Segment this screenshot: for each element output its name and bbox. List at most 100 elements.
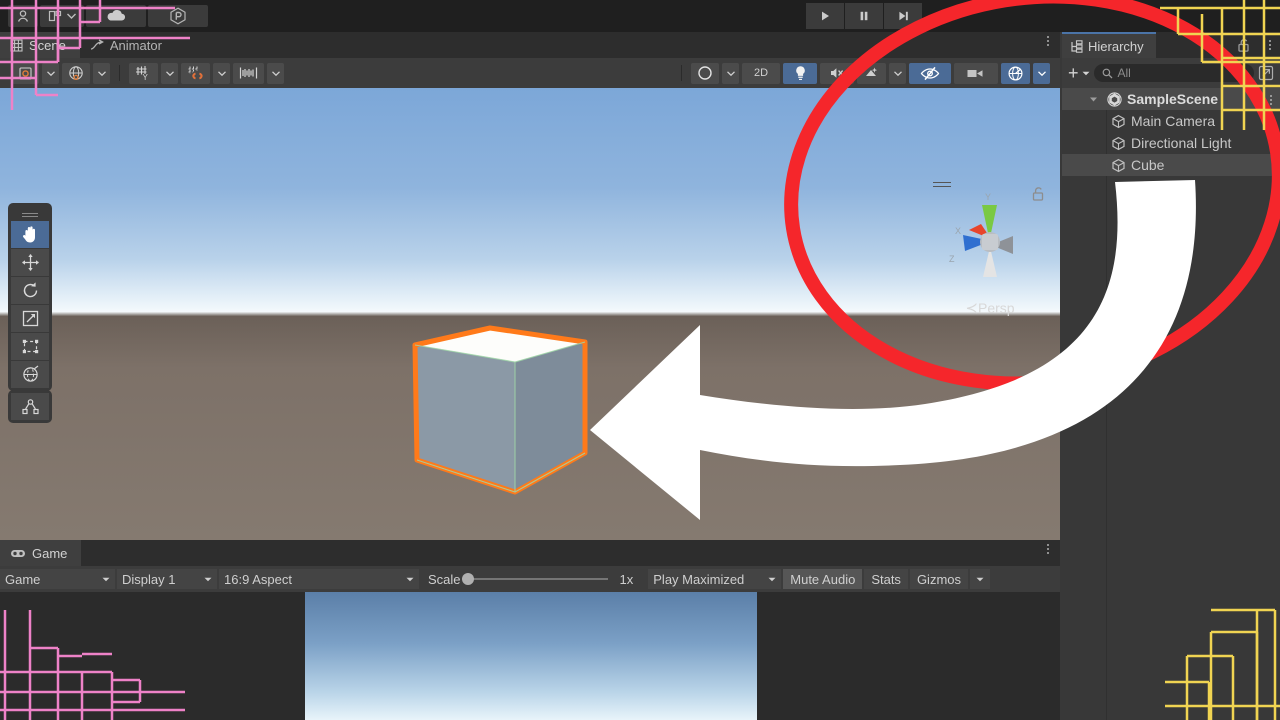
hierarchy-column-divider	[1106, 88, 1107, 720]
rect-tool[interactable]	[11, 333, 49, 360]
scale-slider-track[interactable]	[461, 573, 608, 585]
rotate-icon	[23, 282, 37, 298]
rotate-tool[interactable]	[11, 277, 49, 304]
grid-axis-toggle[interactable]: Y	[129, 62, 158, 84]
tab-scene[interactable]: Scene	[0, 32, 80, 58]
package-manager-button[interactable]	[148, 5, 208, 27]
stats-button[interactable]: Stats	[864, 569, 908, 589]
hierarchy-item-cube[interactable]: Cube	[1062, 154, 1280, 176]
pivot-toggle[interactable]	[12, 62, 39, 84]
pause-button[interactable]	[845, 3, 883, 29]
hierarchy-item-main-camera[interactable]: Main Camera	[1062, 110, 1280, 132]
unity-editor-window: Scene Animator Y 2D Y X Z ≺Persp Game Ga…	[0, 0, 1280, 720]
hierarchy-item-directional-light[interactable]: Directional Light	[1062, 132, 1280, 154]
chevron-down-icon	[976, 577, 984, 581]
scene-panel-menu-button[interactable]	[1046, 36, 1050, 46]
gizmos-dropdown[interactable]	[1033, 62, 1050, 84]
effects-button[interactable]	[857, 62, 886, 84]
step-button[interactable]	[884, 3, 922, 29]
audio-mute-icon	[830, 68, 843, 78]
scene-tab-bar: Scene Animator	[0, 32, 1060, 58]
play-mode-dropdown[interactable]: Play Maximized	[648, 569, 782, 589]
mute-audio-button[interactable]: Mute Audio	[783, 569, 863, 589]
gameobject-cube-icon	[1112, 114, 1125, 128]
gizmo-drag-handle[interactable]	[933, 182, 951, 183]
hierarchy-item-label: SampleScene	[1127, 91, 1219, 107]
scale-slider-knob[interactable]	[461, 573, 474, 585]
game-panel-menu-button[interactable]	[1046, 544, 1050, 554]
tools-drag-handle[interactable]	[11, 206, 49, 220]
animator-icon	[90, 38, 104, 50]
hand-icon	[22, 226, 35, 243]
kebab-icon	[1046, 544, 1050, 554]
hierarchy-search-input[interactable]: All	[1093, 64, 1254, 82]
hierarchy-lock-icon[interactable]	[1237, 38, 1250, 53]
game-render-area[interactable]	[305, 592, 757, 720]
toggle-audio-button[interactable]	[820, 62, 854, 84]
tab-game[interactable]: Game	[0, 540, 82, 566]
gizmo-perspective-label[interactable]: ≺Persp	[925, 299, 1055, 317]
gizmos-globe-icon	[1008, 65, 1023, 81]
kebab-icon	[1269, 40, 1271, 50]
grid-axis-dropdown[interactable]	[161, 62, 178, 84]
hierarchy-panel-menu-button[interactable]	[1269, 40, 1271, 50]
scene-viewport[interactable]: Y X Z ≺Persp	[0, 88, 1060, 540]
expand-arrow[interactable]	[1066, 95, 1102, 104]
cloud-button[interactable]	[86, 5, 146, 27]
scene-context-menu-icon[interactable]	[1270, 95, 1272, 105]
handle-space-toggle[interactable]	[62, 62, 90, 84]
tab-animator[interactable]: Animator	[80, 32, 176, 58]
pivot-center-icon	[19, 66, 32, 80]
pivot-dropdown[interactable]	[42, 62, 59, 84]
custom-editor-tool[interactable]	[11, 393, 49, 420]
chevron-down-icon	[165, 70, 174, 76]
display-dropdown[interactable]: Display 1	[117, 569, 217, 589]
shaded-sphere-icon	[698, 66, 712, 80]
increment-snap-toggle[interactable]	[233, 62, 264, 84]
gizmos-dropdown-button[interactable]	[970, 569, 990, 589]
scene-grid-icon	[10, 38, 23, 52]
chevron-down-icon	[67, 13, 76, 19]
scale-tool[interactable]	[11, 305, 49, 332]
grid-snap-toggle[interactable]	[181, 62, 210, 84]
scene-tools-palette	[8, 203, 52, 391]
hierarchy-item-samplescene[interactable]: SampleScene	[1062, 88, 1280, 110]
toggle-2d-button[interactable]: 2D	[742, 62, 780, 84]
toggle-lighting-button[interactable]	[783, 62, 817, 84]
toggle-2d-label: 2D	[753, 67, 769, 79]
game-viewport[interactable]	[0, 592, 1060, 720]
effects-dropdown[interactable]	[889, 62, 906, 84]
layers-dropdown-button[interactable]	[40, 5, 84, 27]
grid-snap-dropdown[interactable]	[213, 62, 230, 84]
target-display-dropdown[interactable]: Game	[0, 569, 115, 589]
kebab-icon	[1046, 36, 1050, 46]
draw-mode-button[interactable]	[691, 62, 719, 84]
chevron-down-icon	[271, 70, 280, 76]
camera-settings-button[interactable]	[954, 62, 998, 84]
gizmo-axis-x-label: X	[955, 226, 961, 236]
account-button[interactable]	[8, 5, 38, 27]
search-filter-expand-icon[interactable]	[1258, 65, 1274, 81]
toolbar-separator	[119, 65, 120, 81]
aspect-dropdown[interactable]: 16:9 Aspect	[219, 569, 419, 589]
tab-hierarchy[interactable]: Hierarchy	[1062, 32, 1156, 58]
gizmos-button[interactable]: Gizmos	[909, 569, 968, 589]
view-tool[interactable]	[11, 221, 49, 248]
transform-tool[interactable]	[11, 361, 49, 388]
gizmos-toggle-button[interactable]	[1001, 62, 1030, 84]
eye-off-icon	[920, 66, 940, 80]
increment-snap-dropdown[interactable]	[267, 62, 284, 84]
play-button[interactable]	[806, 3, 844, 29]
add-gameobject-button[interactable]: +	[1068, 63, 1090, 84]
scale-control[interactable]: Scale 1x	[421, 569, 641, 589]
handle-space-dropdown[interactable]	[93, 62, 110, 84]
scene-view-gizmo[interactable]: Y X Z ≺Persp	[925, 176, 1055, 321]
pause-icon	[860, 11, 868, 21]
draw-mode-dropdown[interactable]	[722, 62, 739, 84]
scene-cube[interactable]	[395, 320, 605, 505]
scene-visibility-button[interactable]	[909, 62, 951, 84]
orientation-gizmo[interactable]: Y X Z	[935, 188, 1045, 293]
grid-snap-magnet-icon	[188, 66, 203, 80]
move-tool[interactable]	[11, 249, 49, 276]
step-icon	[899, 11, 908, 21]
